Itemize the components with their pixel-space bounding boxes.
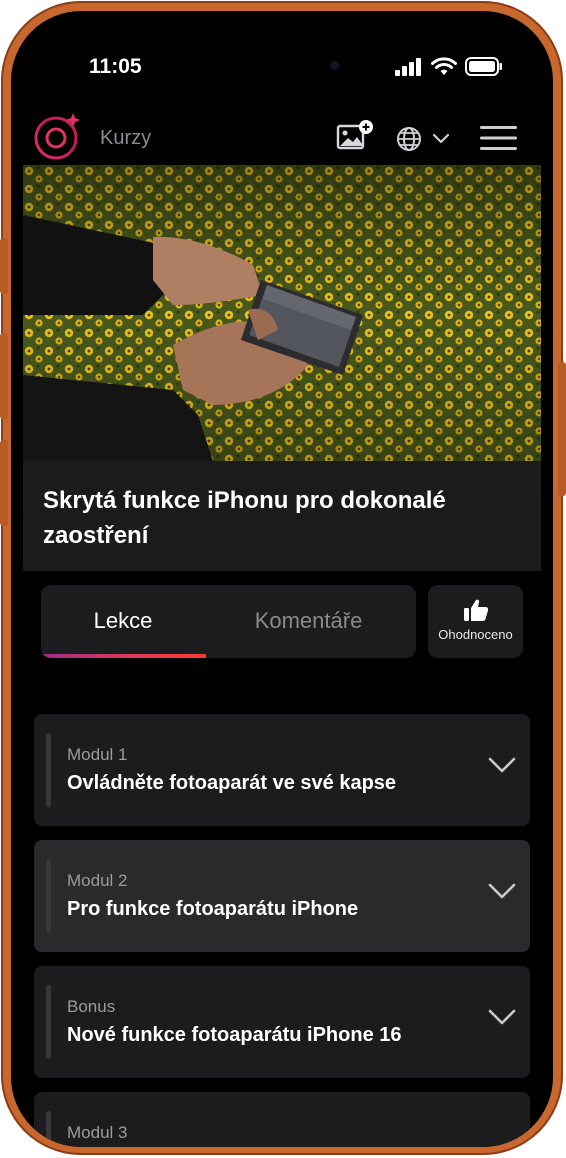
tab-lessons[interactable]: Lekce <box>41 585 205 655</box>
tab-comments[interactable]: Komentáře <box>216 585 401 655</box>
module-title: Ovládněte fotoaparát ve své kapse <box>67 772 397 794</box>
volume-down-button <box>0 440 8 526</box>
status-icons <box>395 57 503 76</box>
module-label: Modul 2 <box>67 871 128 890</box>
status-bar: 11:05 <box>11 11 553 101</box>
course-hero-image <box>23 165 541 461</box>
signal-bars-icon <box>395 57 421 76</box>
action-button <box>0 238 8 294</box>
module-card[interactable]: Modul 2 Pro funkce fotoaparátu iPhone <box>34 840 530 952</box>
rating-button[interactable]: Ohodnoceno <box>428 585 523 658</box>
module-accent-bar <box>46 1111 51 1147</box>
globe-icon[interactable] <box>396 126 422 152</box>
status-time: 11:05 <box>89 55 142 78</box>
chevron-down-icon[interactable] <box>488 1008 516 1026</box>
dynamic-island <box>207 44 357 86</box>
module-label: Modul 3 <box>67 1123 128 1142</box>
module-label: Bonus <box>67 997 116 1016</box>
wifi-icon <box>431 57 457 75</box>
volume-up-button <box>0 333 8 419</box>
chevron-down-icon[interactable] <box>432 133 450 145</box>
module-title: Pro funkce fotoaparátu iPhone <box>67 898 359 920</box>
rating-label: Ohodnoceno <box>438 627 513 642</box>
module-card[interactable]: Bonus Nové funkce fotoaparátu iPhone 16 <box>34 966 530 1078</box>
logo-icon[interactable] <box>33 111 83 161</box>
thumbs-up-icon <box>464 599 489 621</box>
tab-bar: Lekce Komentáře <box>41 585 416 658</box>
module-card[interactable]: Modul 3 <box>34 1092 530 1147</box>
module-accent-bar <box>46 985 51 1059</box>
module-card[interactable]: Modul 1 Ovládněte fotoaparát ve své kaps… <box>34 714 530 826</box>
course-title-card: Skrytá funkce iPhonu pro dokonalé zaostř… <box>23 461 541 571</box>
module-accent-bar <box>46 733 51 807</box>
nav-title[interactable]: Kurzy <box>100 127 151 150</box>
hamburger-menu-icon[interactable] <box>480 125 517 151</box>
screen: 11:05 Kurzy Skrytá funkce iPhonu pro dok… <box>11 11 553 1147</box>
top-navigation: Kurzy <box>11 103 553 163</box>
gallery-add-icon[interactable] <box>336 119 374 153</box>
course-title: Skrytá funkce iPhonu pro dokonalé zaostř… <box>43 487 446 549</box>
module-title: Nové funkce fotoaparátu iPhone 16 <box>67 1024 402 1046</box>
front-camera <box>330 61 339 70</box>
chevron-down-icon[interactable] <box>488 882 516 900</box>
chevron-down-icon[interactable] <box>488 756 516 774</box>
active-tab-indicator <box>41 654 206 658</box>
module-label: Modul 1 <box>67 745 128 764</box>
battery-icon <box>465 57 502 76</box>
power-button <box>558 362 566 496</box>
module-accent-bar <box>46 859 51 933</box>
